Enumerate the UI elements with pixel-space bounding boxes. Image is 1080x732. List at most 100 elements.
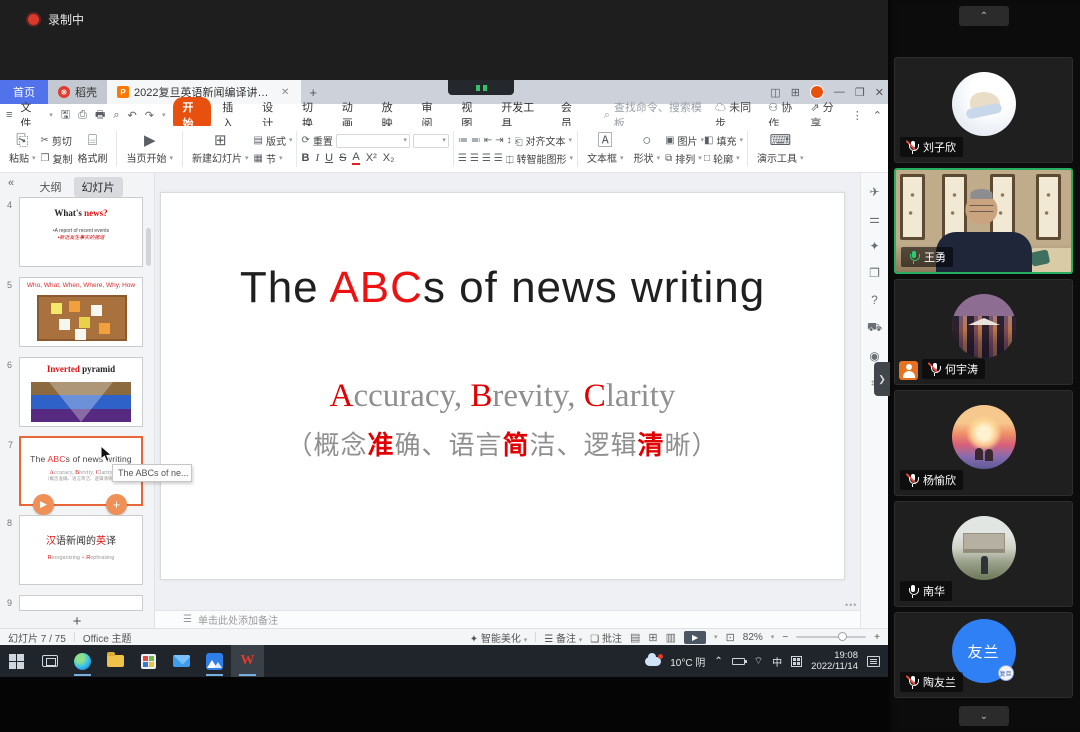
panel-collapse-icon[interactable]: « <box>8 177 14 189</box>
reading-view-icon[interactable]: ▥ <box>666 631 676 644</box>
store-button[interactable] <box>132 645 165 677</box>
bold-button[interactable]: B <box>301 152 309 164</box>
subscript-button[interactable]: X₂ <box>383 152 395 164</box>
slide-thumb-5[interactable]: 5 Who, What, When, Where, Why, How <box>19 277 143 347</box>
to-smart-graphic-button[interactable]: ⎅ 转智能图形 <box>506 151 567 166</box>
tab-outline[interactable]: 大纲 <box>32 177 70 197</box>
docer-resources-icon[interactable]: ✈ <box>869 185 879 199</box>
weather-text[interactable]: 10°C 阴 <box>670 654 705 669</box>
new-slide-button[interactable]: ⊞新建幻灯片▾ <box>187 133 254 165</box>
shape-button[interactable]: ○形状▾ <box>629 133 666 165</box>
account-avatar[interactable] <box>810 85 824 99</box>
italic-button[interactable]: I <box>315 152 319 164</box>
start-button[interactable] <box>0 645 33 677</box>
notes-button[interactable]: ☰ 备注 ▾ <box>544 630 582 645</box>
align-left-icon[interactable]: ☰ <box>458 153 467 164</box>
interface-mode-icon[interactable]: ◫ <box>770 86 780 99</box>
underline-button[interactable]: U <box>325 152 333 164</box>
scroll-down-button[interactable]: ⌄ <box>959 706 1009 726</box>
toolbar-collapse-icon[interactable]: ▾ <box>162 111 166 119</box>
battery-icon[interactable] <box>732 658 745 665</box>
fill-button[interactable]: ◧填充▾ <box>704 133 743 148</box>
wps-app-button[interactable]: W <box>231 645 264 677</box>
sidebar-collapse-handle[interactable]: ❯ <box>874 362 890 396</box>
redo-icon[interactable]: ↷ <box>145 109 154 122</box>
section-button[interactable]: ▦节▾ <box>254 151 293 166</box>
align-center-icon[interactable]: ☰ <box>470 153 479 164</box>
zoom-slider[interactable] <box>796 636 866 638</box>
zoom-out-button[interactable]: − <box>782 632 788 643</box>
thumb-play-button[interactable]: ▶ <box>33 494 54 515</box>
notes-resize-handle[interactable]: ••• <box>845 600 857 610</box>
mail-button[interactable] <box>165 645 198 677</box>
numbering-icon[interactable]: ≕ <box>471 135 481 146</box>
slide-thumb-9[interactable]: 9 <box>19 595 143 611</box>
align-right-icon[interactable]: ☰ <box>482 153 491 164</box>
hamburger-icon[interactable]: ≡ <box>6 109 12 121</box>
play-from-current-button[interactable]: ▶当页开始▾ <box>121 133 178 165</box>
touch-keyboard-icon[interactable] <box>791 656 802 667</box>
smart-beautify-button[interactable]: ✦ 智能美化 ▾ <box>470 630 527 645</box>
outdent-icon[interactable]: ⇤ <box>484 135 492 146</box>
participant-tile[interactable]: 南华 <box>894 501 1073 607</box>
file-explorer-button[interactable] <box>99 645 132 677</box>
duplicate-pane-icon[interactable]: ❐ <box>869 266 880 280</box>
tab-close-icon[interactable]: ✕ <box>279 87 291 98</box>
weather-icon[interactable] <box>645 657 661 666</box>
picture-button[interactable]: ▣图片▾ <box>665 133 704 148</box>
notification-center-icon[interactable] <box>867 656 880 667</box>
justify-icon[interactable]: ☰ <box>494 153 503 164</box>
normal-view-icon[interactable]: ▤ <box>630 631 640 644</box>
superscript-button[interactable]: X² <box>366 152 377 164</box>
resource-cart-icon[interactable]: ⛟ <box>867 320 882 336</box>
participant-tile[interactable]: 友兰 复旦 陶友兰 <box>894 612 1073 698</box>
slideshow-button[interactable]: ▶ <box>684 631 706 644</box>
close-button[interactable]: ✕ <box>875 86 884 99</box>
slide-thumb-4[interactable]: 4 What's news? •A report of recent event… <box>19 197 143 267</box>
ribbon-collapse-icon[interactable]: ⌃ <box>873 109 882 122</box>
layout-button[interactable]: ▤版式▾ <box>254 133 293 148</box>
minimize-button[interactable]: — <box>834 86 845 98</box>
undo-icon[interactable]: ↶ <box>128 109 137 122</box>
outline-button[interactable]: □轮廓▾ <box>704 151 743 166</box>
print-icon[interactable]: 🖶 <box>95 106 105 125</box>
slide-thumb-8[interactable]: 8 汉语新闻的英译 Reorganizing + Rephrasing <box>19 515 143 585</box>
participant-tile[interactable]: 王勇 <box>894 168 1073 274</box>
edge-button[interactable] <box>66 645 99 677</box>
reset-button[interactable]: ⟳重置 <box>301 133 448 148</box>
line-spacing-icon[interactable]: ↕ <box>507 135 512 146</box>
smart-beautify-icon[interactable]: ✦ <box>869 239 879 253</box>
zoom-level[interactable]: 82% <box>743 632 763 643</box>
zoom-in-button[interactable]: + <box>874 632 880 643</box>
scroll-up-button[interactable]: ⌃ <box>959 6 1009 26</box>
panel-scrollbar[interactable] <box>146 228 151 266</box>
participant-tile[interactable]: 何宇涛 <box>894 279 1073 385</box>
zoom-knob[interactable] <box>838 632 847 641</box>
output-icon[interactable]: ⎙ <box>78 109 87 122</box>
bullets-icon[interactable]: ≔ <box>458 135 468 146</box>
network-icon[interactable]: ⌔ <box>754 655 763 668</box>
participant-tile[interactable]: 刘子欣 <box>894 57 1073 163</box>
navigation-icon[interactable]: ◉ <box>869 349 879 363</box>
theme-name[interactable]: Office 主题 <box>83 630 132 645</box>
apps-grid-icon[interactable]: ⊞ <box>791 86 800 99</box>
align-text-button[interactable]: ⎗ 对齐文本 <box>515 133 566 148</box>
clock[interactable]: 19:08 2022/11/14 <box>811 650 858 673</box>
thumb-add-button[interactable]: + <box>106 494 127 515</box>
indent-icon[interactable]: ⇥ <box>495 135 503 146</box>
arrange-button[interactable]: ⧉排列▾ <box>665 151 704 166</box>
tab-slides[interactable]: 幻灯片 <box>74 177 123 197</box>
meeting-app-button[interactable] <box>198 645 231 677</box>
present-tools-button[interactable]: ⌨演示工具▾ <box>752 133 809 165</box>
help-icon[interactable]: ? <box>871 293 878 307</box>
slideshow-caret-icon[interactable]: ▾ <box>714 633 718 641</box>
copy-button[interactable]: ❐复制 <box>41 151 73 166</box>
ime-indicator[interactable]: 中 <box>772 654 782 669</box>
task-view-button[interactable] <box>33 645 66 677</box>
font-color-button[interactable]: A <box>352 151 359 165</box>
save-icon[interactable]: 🖫 <box>61 106 70 125</box>
strikethrough-button[interactable]: S <box>339 152 346 164</box>
format-painter-button[interactable]: ⌸格式刷 <box>72 133 112 165</box>
participant-tile[interactable]: 杨愉欣 <box>894 390 1073 496</box>
text-box-button[interactable]: 🄰文本框▾ <box>582 133 629 165</box>
